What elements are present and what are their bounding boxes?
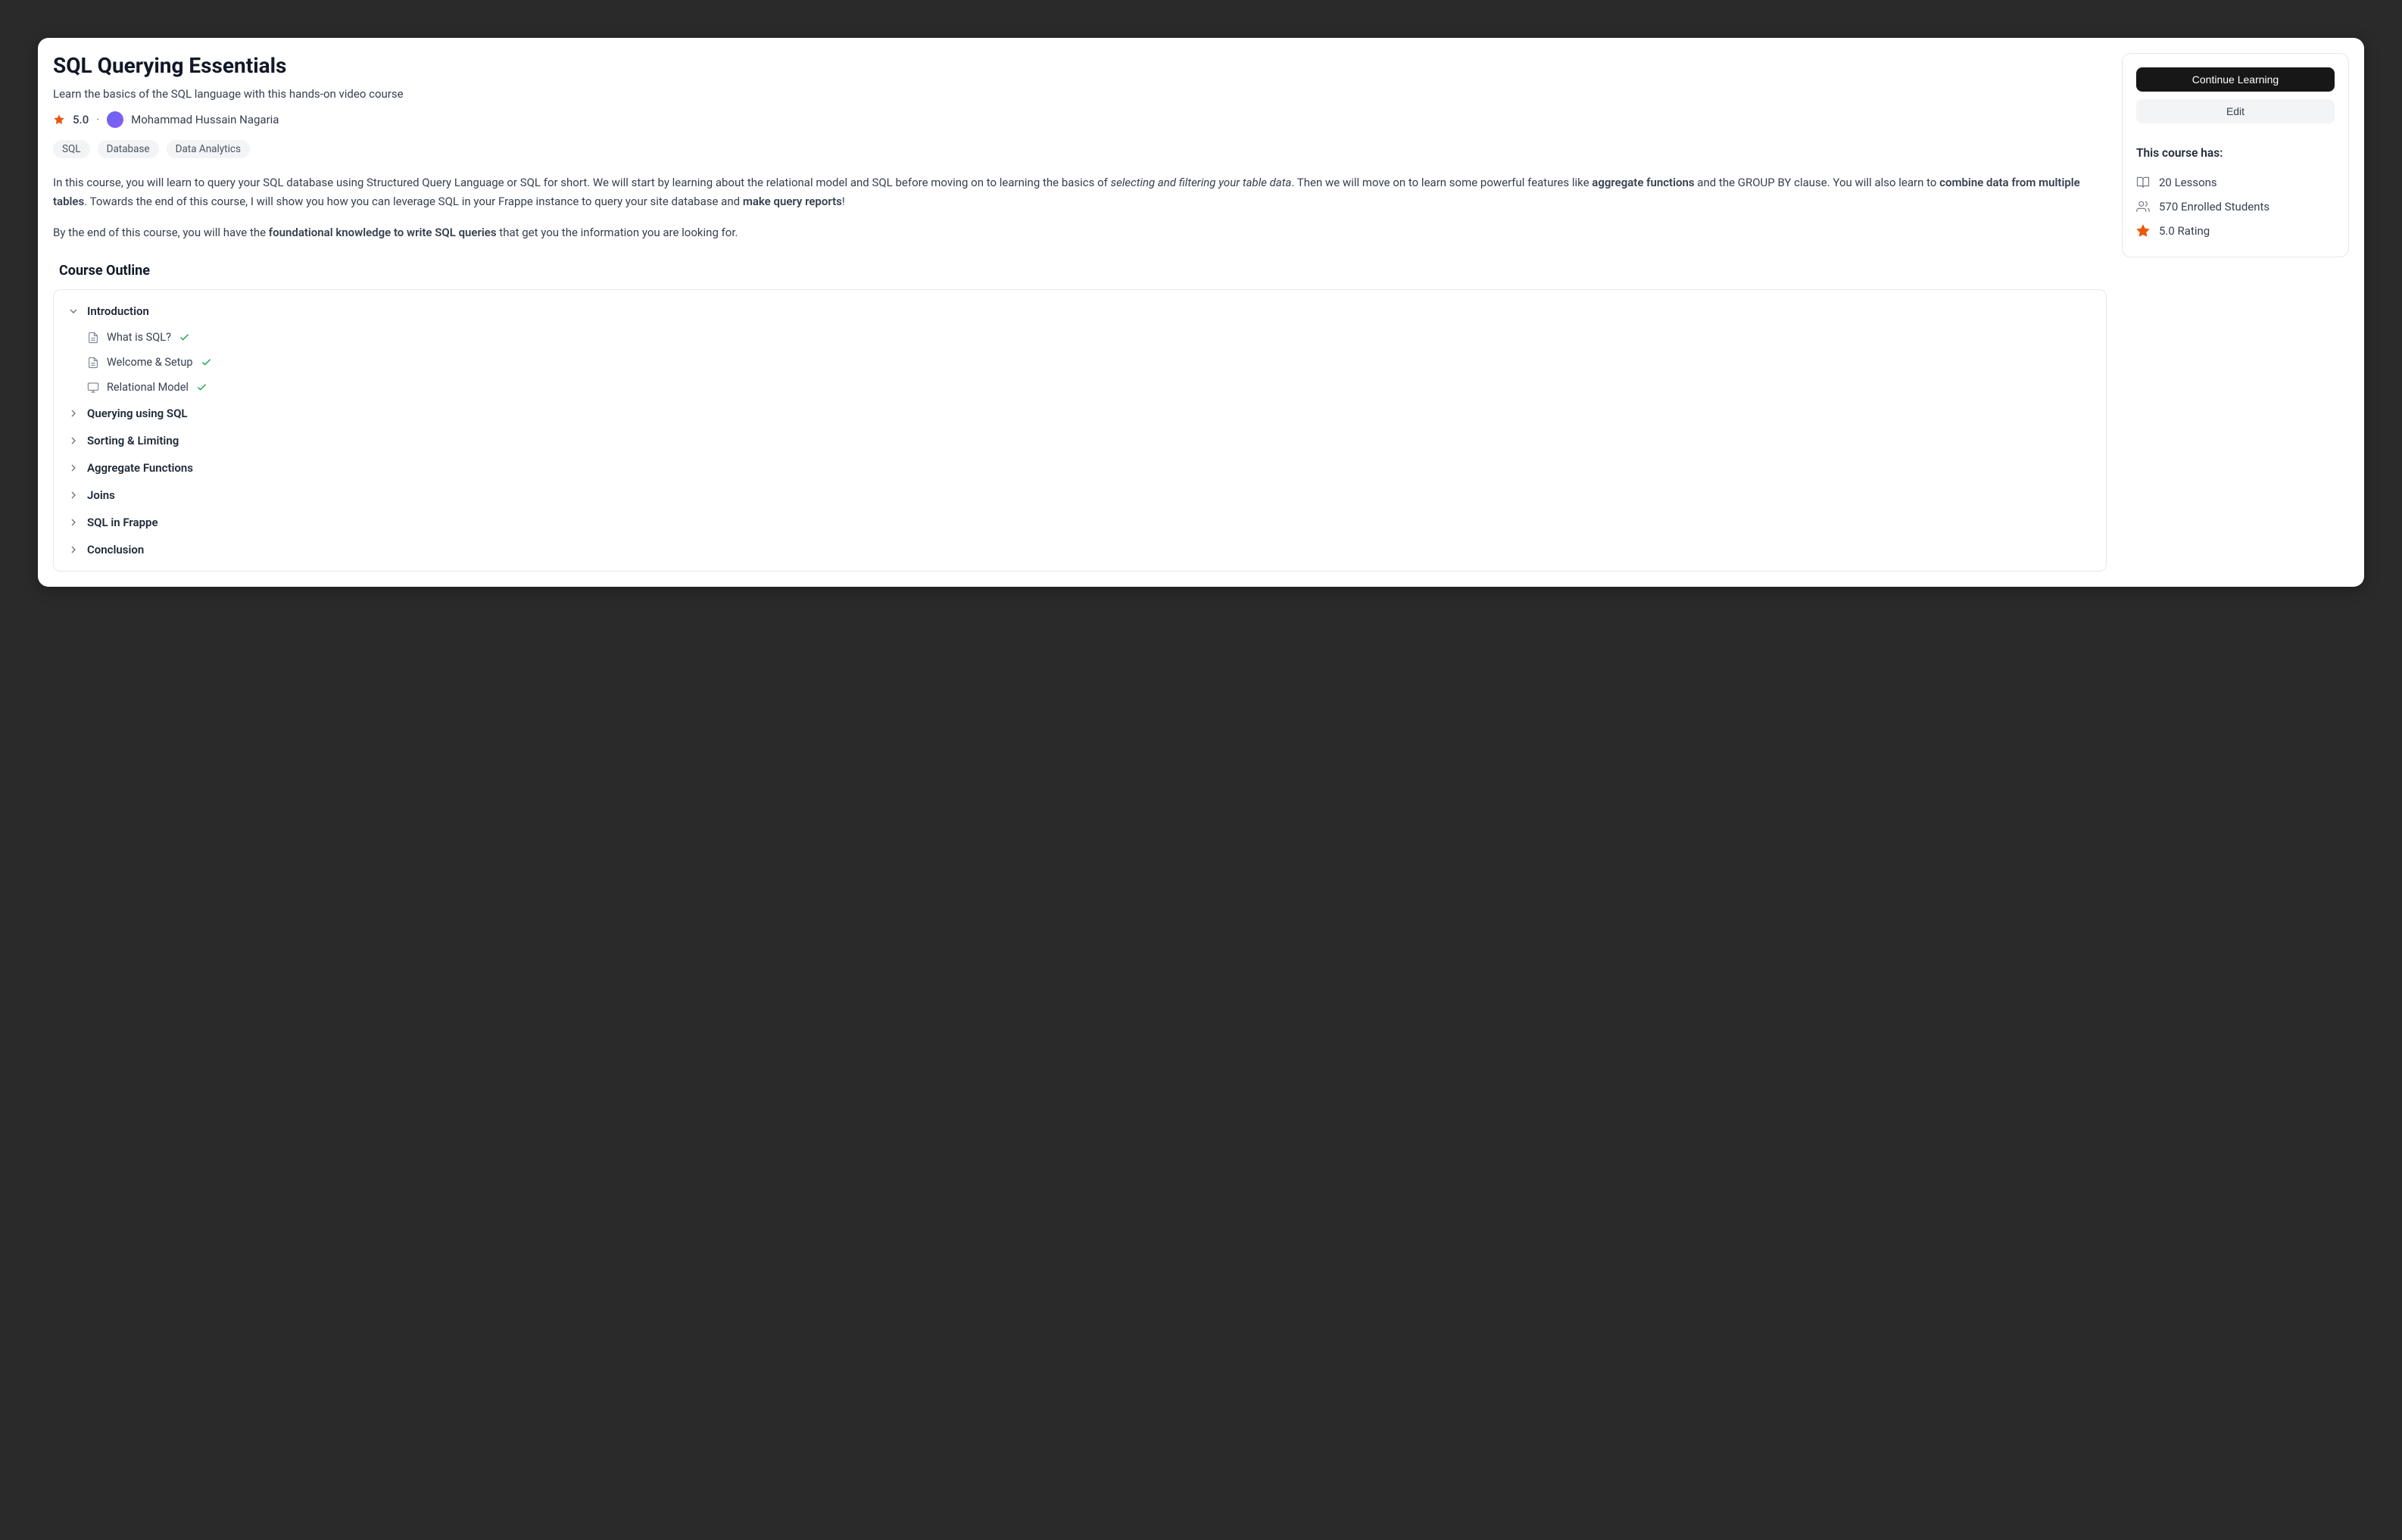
stat-rating: 5.0 Rating [2136, 219, 2335, 243]
lesson-row[interactable]: What is SQL? [54, 325, 2106, 350]
lesson-title: Relational Model [107, 381, 189, 394]
star-icon [53, 114, 65, 126]
stat-students-text: 570 Enrolled Students [2159, 200, 2269, 214]
course-card: SQL Querying Essentials Learn the basics… [38, 38, 2364, 587]
main-content: SQL Querying Essentials Learn the basics… [53, 53, 2107, 572]
chapter-row[interactable]: Sorting & Limiting [54, 427, 2106, 454]
chevron-right-icon [67, 544, 80, 556]
chevron-right-icon [67, 462, 80, 474]
edit-button[interactable]: Edit [2136, 99, 2335, 123]
chapter-title: Conclusion [87, 543, 144, 556]
check-icon [201, 357, 212, 368]
course-subtitle: Learn the basics of the SQL language wit… [53, 87, 2107, 101]
outline-box: Introduction What is SQL? Welcome & Setup R… [53, 289, 2107, 572]
stat-rating-text: 5.0 Rating [2159, 224, 2210, 238]
book-icon [2136, 176, 2150, 189]
file-text-icon [87, 357, 99, 369]
chapter-title: Sorting & Limiting [87, 434, 179, 447]
tag[interactable]: Database [98, 140, 159, 158]
description-paragraph-2: By the end of this course, you will have… [53, 223, 2107, 242]
chapter-title: Querying using SQL [87, 407, 188, 420]
meta-row: 5.0 · Mohammad Hussain Nagaria [53, 111, 2107, 128]
lesson-row[interactable]: Relational Model [54, 375, 2106, 400]
chapter-row[interactable]: Conclusion [54, 536, 2106, 563]
stat-students: 570 Enrolled Students [2136, 195, 2335, 219]
tags-row: SQL Database Data Analytics [53, 140, 2107, 158]
star-icon [2136, 224, 2150, 238]
chevron-right-icon [67, 407, 80, 419]
file-text-icon [87, 332, 99, 344]
chapter-row[interactable]: Joins [54, 482, 2106, 509]
sidebar: Continue Learning Edit This course has: … [2122, 53, 2349, 572]
chapter-row[interactable]: Introduction [54, 298, 2106, 325]
sidebar-card: Continue Learning Edit This course has: … [2122, 53, 2349, 257]
chevron-right-icon [67, 516, 80, 528]
continue-learning-button[interactable]: Continue Learning [2136, 67, 2335, 92]
users-icon [2136, 200, 2150, 214]
monitor-icon [87, 382, 99, 394]
description-paragraph-1: In this course, you will learn to query … [53, 173, 2107, 211]
chapter-title: SQL in Frappe [87, 516, 158, 529]
lesson-title: Welcome & Setup [107, 356, 193, 369]
sidebar-heading: This course has: [2136, 146, 2335, 160]
stat-lessons-text: 20 Lessons [2159, 176, 2217, 189]
instructor-name[interactable]: Mohammad Hussain Nagaria [131, 113, 279, 126]
chapter-title: Joins [87, 488, 115, 502]
instructor-avatar[interactable] [107, 111, 123, 128]
dot-separator: · [96, 113, 99, 126]
chevron-right-icon [67, 489, 80, 501]
chapter-title: Aggregate Functions [87, 461, 193, 475]
chevron-right-icon [67, 435, 80, 447]
chevron-down-icon [67, 305, 80, 317]
tag[interactable]: SQL [53, 140, 90, 158]
check-icon [196, 382, 207, 393]
check-icon [179, 332, 190, 343]
chapter-title: Introduction [87, 304, 149, 318]
outline-title: Course Outline [53, 263, 2107, 279]
stat-lessons: 20 Lessons [2136, 170, 2335, 195]
chapter-row[interactable]: SQL in Frappe [54, 509, 2106, 536]
rating-value: 5.0 [73, 113, 89, 126]
chapter-row[interactable]: Querying using SQL [54, 400, 2106, 427]
chapter-row[interactable]: Aggregate Functions [54, 454, 2106, 482]
tag[interactable]: Data Analytics [167, 140, 250, 158]
course-title: SQL Querying Essentials [53, 53, 2107, 78]
lesson-row[interactable]: Welcome & Setup [54, 350, 2106, 375]
lesson-title: What is SQL? [107, 331, 171, 344]
